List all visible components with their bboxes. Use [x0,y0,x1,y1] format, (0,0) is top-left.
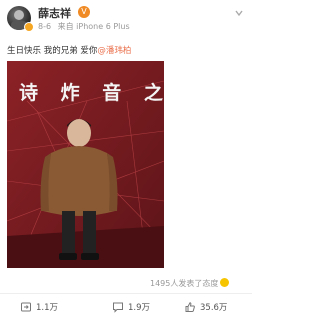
post-header: 薛志祥 V 8-6 来自 iPhone 6 Plus [0,0,252,36]
comment-button[interactable]: 1.9万 [112,300,150,314]
repost-count: 1.1万 [36,303,59,313]
username[interactable]: 薛志祥 [38,5,71,21]
vip-badge-icon: V [78,6,90,18]
comment-count: 1.9万 [128,303,151,313]
post-source: 来自 iPhone 6 Plus [57,22,130,31]
like-button[interactable]: 35.6万 [184,300,227,314]
smile-icon [220,278,230,287]
repost-button[interactable]: 1.1万 [20,300,58,314]
action-bar: 1.1万 1.9万 35.6万 [0,296,252,318]
like-icon [185,302,195,312]
divider [0,293,252,294]
like-count: 35.6万 [200,303,228,313]
photo-banner-text: 诗 炸 音 之 [19,81,164,104]
reactions-text: 1495人发表了态度 [150,279,219,288]
post-photo[interactable]: 诗 炸 音 之 [7,61,164,268]
mention-link[interactable]: @潘玮柏 [97,46,131,56]
repost-icon [21,302,31,312]
post-body: 生日快乐 我的兄弟 爱你 [7,46,98,56]
verified-badge-icon [24,22,34,32]
comment-icon [113,302,123,313]
post-meta: 8-6 来自 iPhone 6 Plus [38,21,130,32]
post-text: 生日快乐 我的兄弟 爱你@潘玮柏 [7,44,131,56]
reactions-summary[interactable]: 1495人发表了态度 [150,278,230,289]
post-date: 8-6 [38,22,52,31]
chevron-down-icon[interactable] [234,8,244,18]
